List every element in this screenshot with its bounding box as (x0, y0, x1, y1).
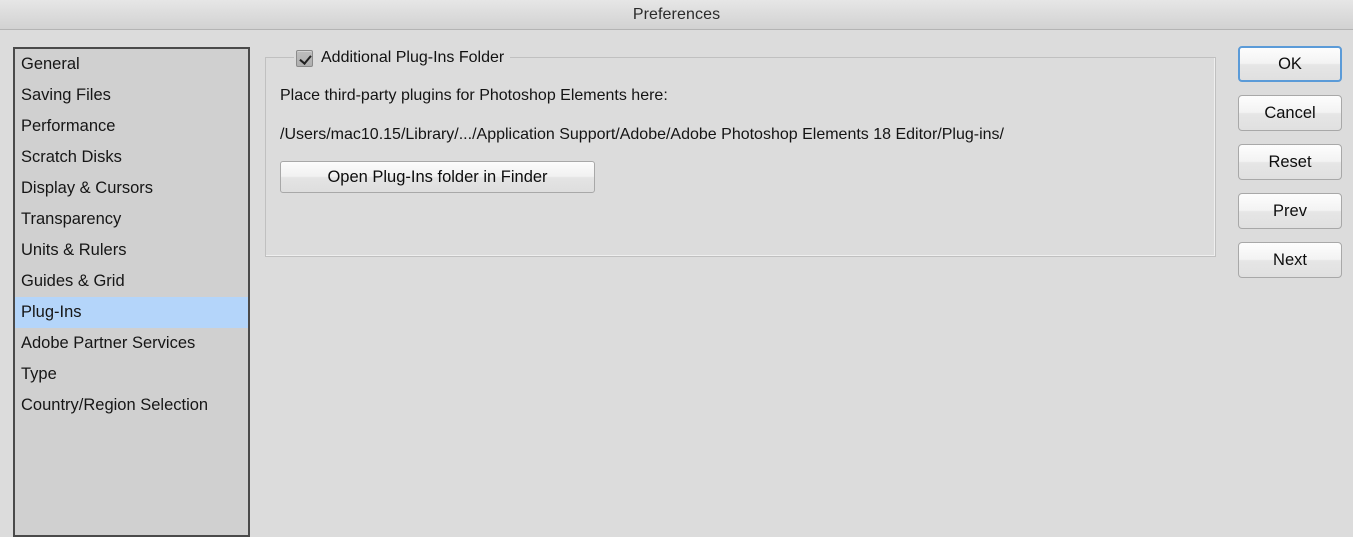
sidebar-item-label: Transparency (21, 210, 122, 228)
preferences-category-list[interactable]: General Saving Files Performance Scratch Di… (13, 47, 250, 537)
sidebar-item-label: Performance (21, 117, 116, 135)
sidebar-item-label: Plug-Ins (21, 303, 82, 321)
sidebar-item-display-cursors[interactable]: Display & Cursors (15, 173, 248, 204)
sidebar-item-label: Units & Rulers (21, 241, 127, 259)
prev-button[interactable]: Prev (1238, 193, 1342, 229)
additional-plugins-groupbox: Additional Plug-Ins Folder Place third-p… (265, 47, 1216, 257)
next-button[interactable]: Next (1238, 242, 1342, 278)
cancel-button[interactable]: Cancel (1238, 95, 1342, 131)
button-label: OK (1278, 55, 1302, 73)
sidebar-item-label: Saving Files (21, 86, 111, 104)
group-legend-label: Additional Plug-Ins Folder (321, 49, 505, 66)
sidebar-item-label: Type (21, 365, 57, 383)
plugins-hint-text: Place third-party plugins for Photoshop … (280, 87, 668, 104)
sidebar-item-saving-files[interactable]: Saving Files (15, 80, 248, 111)
sidebar-item-guides-grid[interactable]: Guides & Grid (15, 266, 248, 297)
title-bar: Preferences (0, 0, 1353, 30)
button-label: Next (1273, 251, 1307, 269)
group-legend[interactable]: Additional Plug-Ins Folder (294, 47, 511, 69)
open-plugins-folder-button[interactable]: Open Plug-Ins folder in Finder (280, 161, 595, 193)
plugins-folder-path: /Users/mac10.15/Library/.../Application … (280, 126, 1004, 143)
sidebar-item-performance[interactable]: Performance (15, 111, 248, 142)
additional-plugins-folder-checkbox[interactable] (296, 49, 313, 67)
sidebar-item-country-region-selection[interactable]: Country/Region Selection (15, 390, 248, 421)
button-label: Prev (1273, 202, 1307, 220)
dialog-button-column: OK Cancel Reset Prev Next (1238, 46, 1342, 291)
sidebar-item-units-rulers[interactable]: Units & Rulers (15, 235, 248, 266)
sidebar-item-general[interactable]: General (15, 49, 248, 80)
sidebar-item-scratch-disks[interactable]: Scratch Disks (15, 142, 248, 173)
button-label: Cancel (1264, 104, 1316, 122)
sidebar-item-label: Adobe Partner Services (21, 334, 196, 352)
sidebar-item-adobe-partner-services[interactable]: Adobe Partner Services (15, 328, 248, 359)
window-title: Preferences (632, 6, 721, 23)
sidebar-item-transparency[interactable]: Transparency (15, 204, 248, 235)
sidebar-item-type[interactable]: Type (15, 359, 248, 390)
preferences-dialog: Preferences General Saving Files Performan… (0, 0, 1353, 537)
sidebar-item-label: Guides & Grid (21, 272, 125, 290)
sidebar-item-label: Country/Region Selection (21, 396, 209, 414)
button-label: Reset (1268, 153, 1312, 171)
reset-button[interactable]: Reset (1238, 144, 1342, 180)
sidebar-item-plug-ins[interactable]: Plug-Ins (15, 297, 248, 328)
sidebar-item-label: Scratch Disks (21, 148, 122, 166)
ok-button[interactable]: OK (1238, 46, 1342, 82)
sidebar-item-label: General (21, 55, 80, 73)
sidebar-item-label: Display & Cursors (21, 179, 154, 197)
